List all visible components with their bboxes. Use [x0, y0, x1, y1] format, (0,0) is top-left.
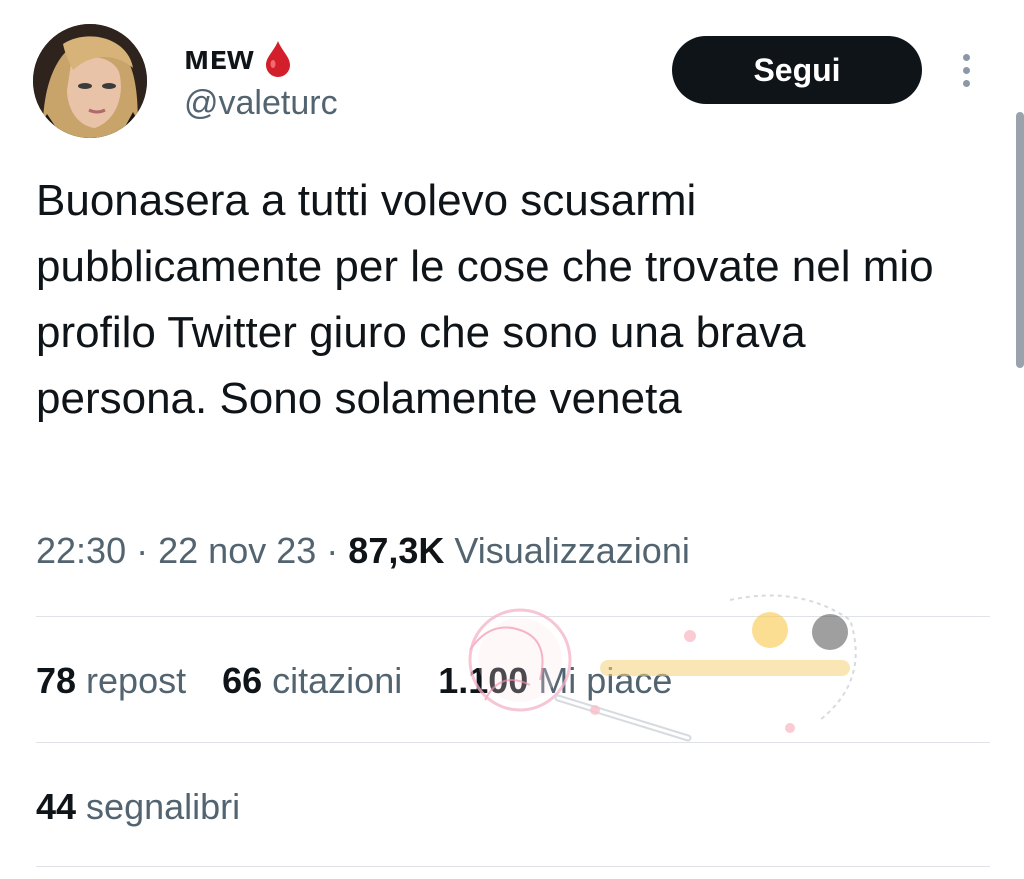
- tweet-meta: 22:30 · 22 nov 23 · 87,3K Visualizzazion…: [36, 530, 690, 572]
- avatar[interactable]: [33, 24, 147, 138]
- divider: [36, 866, 990, 867]
- quotes-count: 66: [222, 660, 263, 701]
- tweet-text: Buonasera a tutti volevo scusarmi pubbli…: [36, 176, 934, 423]
- bookmarks-stat[interactable]: 44 segnalibri: [36, 786, 240, 828]
- meta-separator: ·: [136, 530, 149, 571]
- reposts-count: 78: [36, 660, 77, 701]
- author-handle[interactable]: @valeturc: [184, 84, 338, 123]
- views-count: 87,3K: [348, 530, 445, 571]
- meta-separator: ·: [326, 530, 339, 571]
- views-label: Visualizzazioni: [454, 530, 690, 571]
- divider: [36, 616, 990, 617]
- divider: [36, 742, 990, 743]
- follow-button[interactable]: Segui: [672, 36, 922, 104]
- tweet-date[interactable]: 22 nov 23: [158, 530, 316, 571]
- avatar-image: [33, 24, 147, 138]
- quotes-label: citazioni: [272, 660, 403, 701]
- tweet-detail: ᴍᴇᴡ @valeturc Segui Buonasera a tutti vo…: [0, 0, 1024, 879]
- reposts-label: repost: [86, 660, 187, 701]
- quotes-stat[interactable]: 66 citazioni: [222, 660, 402, 702]
- likes-label: Mi piace: [538, 660, 673, 701]
- display-name[interactable]: ᴍᴇᴡ: [184, 39, 254, 78]
- more-options-icon[interactable]: [950, 46, 982, 94]
- author-name-row[interactable]: ᴍᴇᴡ: [184, 36, 292, 80]
- likes-count: 1.100: [438, 660, 529, 701]
- bookmarks-count: 44: [36, 786, 77, 827]
- reposts-stat[interactable]: 78 repost: [36, 660, 186, 702]
- tweet-time[interactable]: 22:30: [36, 530, 126, 571]
- engagement-stats: 78 repost 66 citazioni 1.100 Mi piace: [36, 660, 672, 702]
- drop-of-blood-icon: [264, 39, 292, 77]
- likes-stat[interactable]: 1.100 Mi piace: [438, 660, 672, 702]
- bookmarks-label: segnalibri: [86, 786, 241, 827]
- scrollbar[interactable]: [1016, 112, 1024, 368]
